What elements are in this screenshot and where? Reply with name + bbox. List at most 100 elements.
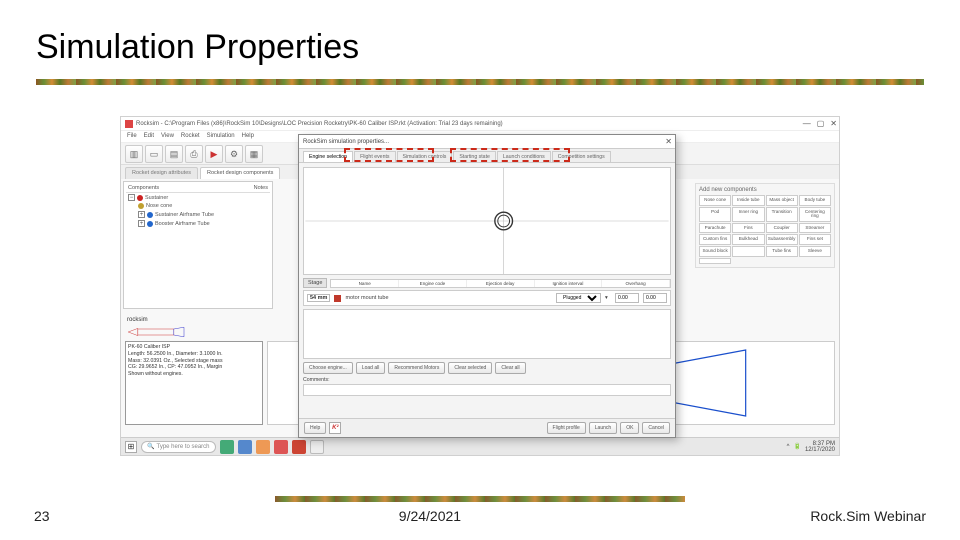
help-button[interactable]: Help [304, 422, 326, 434]
component-cell[interactable] [732, 246, 764, 257]
tab-flight-events[interactable]: Flight events [354, 151, 395, 162]
component-cell[interactable]: Coupler [766, 223, 798, 234]
motor-list[interactable] [303, 309, 671, 359]
component-cell[interactable]: Fins set [799, 234, 831, 245]
component-cell[interactable]: Parachute [699, 223, 731, 234]
node-icon [147, 221, 153, 227]
clear-selected-button[interactable]: Clear selected [448, 362, 492, 374]
component-cell[interactable]: Pod [699, 207, 731, 222]
component-cell[interactable]: Sleeve [799, 246, 831, 257]
dialog-close-icon[interactable]: ✕ [665, 137, 672, 146]
cancel-button[interactable]: Cancel [642, 422, 670, 434]
tab-simulation-controls[interactable]: Simulation controls [397, 151, 453, 162]
component-cell[interactable]: Bulkhead [732, 234, 764, 245]
component-cell[interactable]: Nose cone [699, 195, 731, 206]
tree-item-sustainer[interactable]: − Sustainer [126, 193, 270, 202]
tray-date: 12/17/2020 [805, 447, 835, 453]
component-cell[interactable]: Custom fins [699, 234, 731, 245]
dialog-title-text: RockSim simulation properties... [303, 139, 389, 145]
component-cell[interactable]: Streamer [799, 223, 831, 234]
tray-up-icon[interactable]: ^ [787, 444, 790, 450]
menu-rocket[interactable]: Rocket [181, 133, 200, 140]
app-icon [125, 120, 133, 128]
menu-view[interactable]: View [161, 133, 174, 140]
toolbar-run[interactable]: ▶ [205, 145, 223, 163]
tree-label: Sustainer Airframe Tube [155, 212, 214, 218]
toolbar-settings[interactable]: ⚙ [225, 145, 243, 163]
col-overhang: Overhang [602, 280, 670, 287]
tree-item-booster-airframe[interactable]: + Booster Airframe Tube [126, 219, 270, 228]
component-cell[interactable]: Inner ring [732, 207, 764, 222]
close-icon[interactable]: ✕ [830, 119, 837, 128]
motor-canvas [303, 167, 671, 275]
tab-starting-state[interactable]: Starting state [453, 151, 496, 162]
start-button[interactable]: ⊞ [125, 441, 137, 453]
toolbar-open[interactable]: ▭ [145, 145, 163, 163]
overhang-value[interactable] [643, 293, 667, 303]
component-cell[interactable] [699, 258, 731, 264]
maximize-icon[interactable]: ▢ [817, 119, 825, 128]
launch-button[interactable]: Launch [589, 422, 617, 434]
clear-all-button[interactable]: Clear all [495, 362, 525, 374]
tab-engine-selection[interactable]: Engine selection [303, 151, 353, 162]
menu-file[interactable]: File [127, 133, 137, 140]
col-engine-code: Engine code [399, 280, 467, 287]
component-cell[interactable]: Body tube [799, 195, 831, 206]
component-cell[interactable]: Centering ring [799, 207, 831, 222]
component-cell[interactable]: Fins [732, 223, 764, 234]
mount-label: motor mount tube [345, 295, 388, 301]
taskbar-app-4[interactable] [274, 440, 288, 454]
tab-design-attributes[interactable]: Rocket design attributes [125, 167, 198, 179]
col-ejection-delay: Ejection delay [467, 280, 535, 287]
tree-col-notes: Notes [254, 185, 268, 191]
toolbar-print[interactable]: ⎙ [185, 145, 203, 163]
menu-help[interactable]: Help [242, 133, 254, 140]
tab-competition-settings[interactable]: Competition settings [552, 151, 611, 162]
taskbar-app-6[interactable] [310, 440, 324, 454]
menu-edit[interactable]: Edit [144, 133, 154, 140]
tab-design-components[interactable]: Rocket design components [200, 167, 280, 179]
load-all-button[interactable]: Load all [356, 362, 386, 374]
recommend-motors-button[interactable]: Recommend Motors [388, 362, 445, 374]
component-cell[interactable]: Mass object [766, 195, 798, 206]
expand-icon[interactable]: + [138, 211, 145, 218]
component-cell[interactable]: Tube fins [766, 246, 798, 257]
slide-footer: 23 9/24/2021 Rock.Sim Webinar [0, 496, 960, 540]
taskbar-app-2[interactable] [238, 440, 252, 454]
ok-button[interactable]: OK [620, 422, 639, 434]
choose-engine-button[interactable]: Choose engine... [303, 362, 353, 374]
component-cell[interactable]: Sound block [699, 246, 731, 257]
ignition-value[interactable] [615, 293, 639, 303]
screenshot-container: Rocksim - C:\Program Files (x86)\RockSim… [120, 116, 840, 466]
toolbar-save[interactable]: ▤ [165, 145, 183, 163]
toolbar-new[interactable]: ▥ [125, 145, 143, 163]
taskbar-app-5[interactable] [292, 440, 306, 454]
component-cell[interactable]: Transition [766, 207, 798, 222]
tree-item-sustainer-airframe[interactable]: + Sustainer Airframe Tube [126, 210, 270, 219]
taskbar-search[interactable]: 🔍 Type here to search [141, 441, 216, 453]
windows-taskbar: ⊞ 🔍 Type here to search ^ 🔋 8:37 PM 12/1… [121, 437, 839, 455]
system-tray[interactable]: ^ 🔋 8:37 PM 12/17/2020 [787, 441, 835, 453]
motor-mount-row[interactable]: 54 mm motor mount tube Plugged ▾ [303, 290, 671, 306]
slide-title: Simulation Properties [0, 0, 960, 79]
toolbar-chart[interactable]: ▦ [245, 145, 263, 163]
component-cell[interactable]: Subassembly [766, 234, 798, 245]
add-components-panel: Add new components Nose coneInside tubeM… [695, 183, 835, 268]
minimize-icon[interactable]: — [803, 119, 811, 128]
expand-icon[interactable]: + [138, 220, 145, 227]
component-cell[interactable]: Inside tube [732, 195, 764, 206]
mount-color-swatch [334, 295, 341, 302]
taskbar-app-3[interactable] [256, 440, 270, 454]
menu-simulation[interactable]: Simulation [207, 133, 235, 140]
tree-item-nosecone[interactable]: Nose cone [126, 202, 270, 210]
tree-label: Nose cone [146, 203, 172, 209]
component-tree[interactable]: Components Notes − Sustainer Nose cone +… [123, 181, 273, 309]
tab-launch-conditions[interactable]: Launch conditions [497, 151, 551, 162]
expand-icon[interactable]: − [128, 194, 135, 201]
help-icon[interactable]: K² [329, 422, 341, 434]
plugged-select[interactable]: Plugged [556, 293, 601, 303]
taskbar-app-1[interactable] [220, 440, 234, 454]
dialog-titlebar: RockSim simulation properties... ✕ [299, 135, 675, 149]
flight-profile-button[interactable]: Flight profile [547, 422, 586, 434]
comments-input[interactable] [303, 384, 671, 396]
